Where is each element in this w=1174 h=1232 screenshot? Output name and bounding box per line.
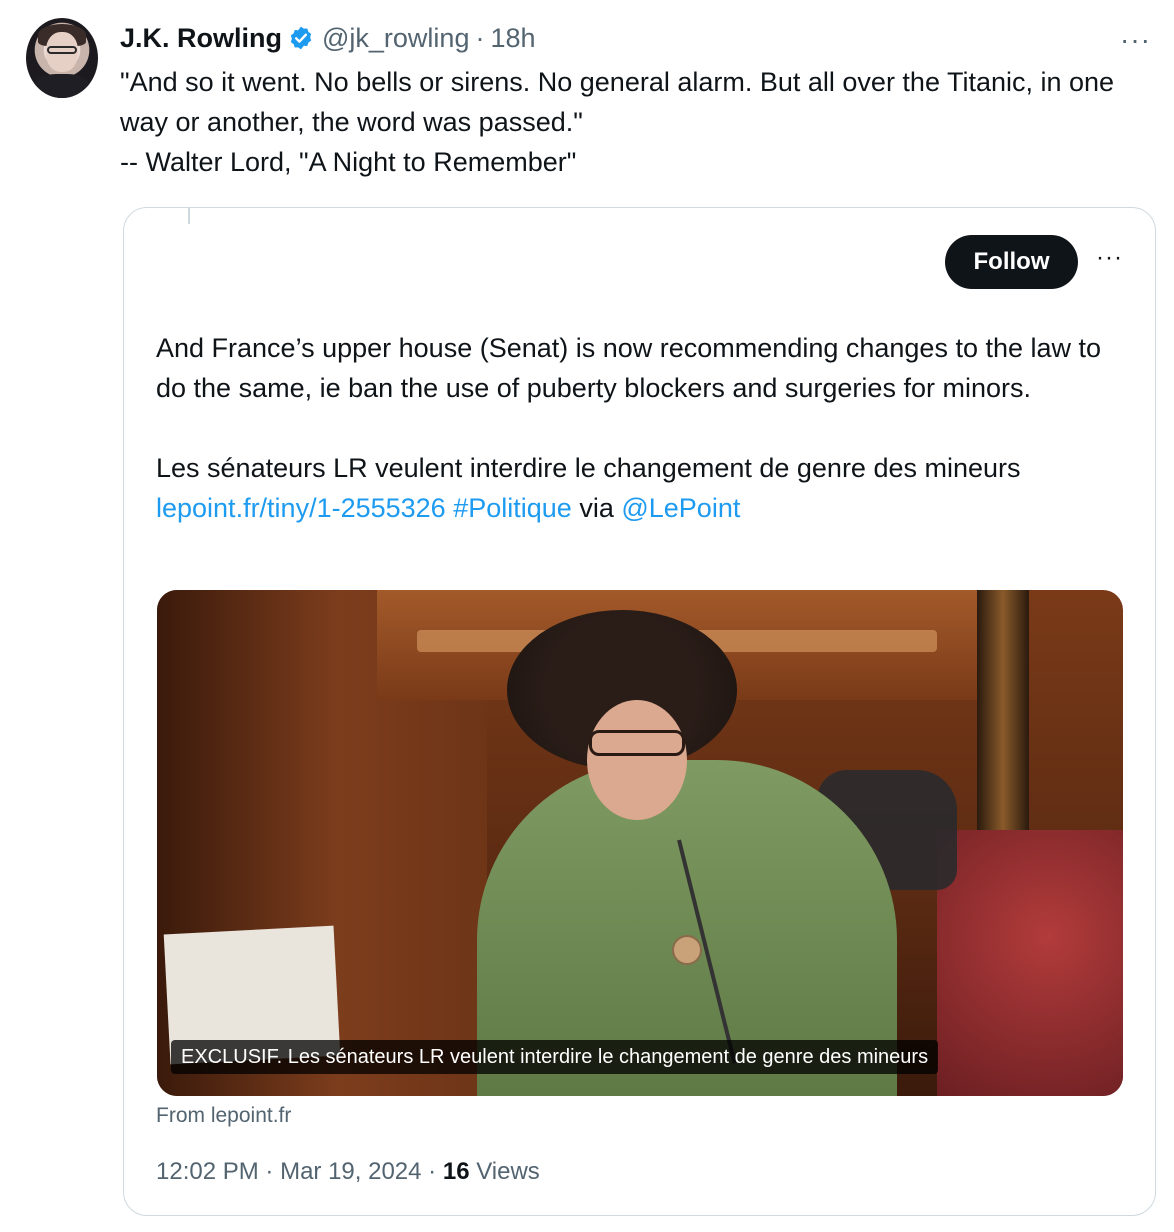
- verified-badge-icon: [290, 26, 312, 50]
- quote-paragraph-1: And France’s upper house (Senat) is now …: [156, 333, 1102, 403]
- article-headline: Les sénateurs LR veulent interdire le ch…: [156, 453, 1021, 483]
- views-count: 16: [442, 1158, 470, 1185]
- quote-more-options-icon[interactable]: ···: [1096, 244, 1123, 272]
- meta-separator: ·: [428, 1158, 437, 1185]
- article-link[interactable]: lepoint.fr/tiny/1-2555326: [156, 493, 446, 523]
- views-label: Views: [476, 1158, 540, 1185]
- author-handle[interactable]: @jk_rowling: [322, 23, 469, 54]
- mention-link[interactable]: @LePoint: [621, 493, 740, 523]
- via-label: via: [579, 493, 614, 523]
- speaker-face: [587, 700, 687, 820]
- tweet-header: J.K. Rowling @jk_rowling · 18h: [120, 20, 536, 56]
- meta-separator: ·: [265, 1158, 274, 1185]
- tweet-date[interactable]: Mar 19, 2024: [280, 1158, 421, 1185]
- red-upholstery: [937, 830, 1123, 1096]
- thread-connector-line: [188, 208, 190, 224]
- follow-button[interactable]: Follow: [945, 235, 1078, 289]
- avatar-body: [34, 74, 90, 98]
- quoted-tweet-card[interactable]: Follow ··· And France’s upper house (Sen…: [123, 207, 1156, 1216]
- tweet-time-ago[interactable]: 18h: [490, 23, 535, 54]
- author-avatar[interactable]: [26, 18, 98, 98]
- header-separator: ·: [475, 22, 485, 53]
- media-caption: EXCLUSIF. Les sénateurs LR veulent inter…: [171, 1040, 939, 1074]
- tweet-time[interactable]: 12:02 PM: [156, 1158, 259, 1185]
- link-card-image[interactable]: EXCLUSIF. Les sénateurs LR veulent inter…: [157, 590, 1123, 1096]
- hashtag-link[interactable]: #Politique: [453, 493, 572, 523]
- tweet-metadata: 12:02 PM · Mar 19, 2024 · 16 Views: [156, 1158, 540, 1186]
- speaker-pendant: [672, 935, 702, 965]
- author-name[interactable]: J.K. Rowling: [120, 23, 282, 54]
- quote-text: And France’s upper house (Senat) is now …: [156, 328, 1136, 568]
- speaker-glasses: [589, 730, 685, 756]
- tweet-text: "And so it went. No bells or sirens. No …: [120, 67, 1115, 177]
- quote-paragraph-2: Les sénateurs LR veulent interdire le ch…: [156, 448, 1136, 528]
- more-options-icon[interactable]: ···: [1120, 24, 1151, 56]
- avatar-glasses: [47, 46, 77, 54]
- link-source[interactable]: From lepoint.fr: [156, 1104, 291, 1128]
